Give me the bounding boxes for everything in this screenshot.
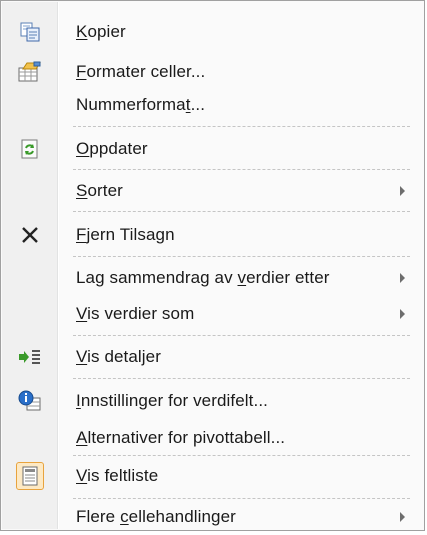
menu-item-pivottable-options[interactable]: Alternativer for pivottabell... <box>2 420 423 456</box>
menu-item-label: Vis feltliste <box>76 466 159 485</box>
submenu-arrow-icon <box>400 186 405 196</box>
menu-separator <box>73 378 410 379</box>
field-list-icon <box>16 462 44 490</box>
menu-item-number-format[interactable]: Nummerformat... <box>2 87 423 123</box>
menu-item-remove[interactable]: Fjern Tilsagn <box>2 217 423 253</box>
menu-item-show-field-list[interactable]: Vis feltliste <box>2 458 423 494</box>
context-menu: Kopier Formater celler... Nummerformat..… <box>0 0 425 531</box>
menu-item-format-cells[interactable]: Formater celler... <box>2 54 423 90</box>
copy-icon <box>18 20 42 44</box>
menu-item-copy[interactable]: Kopier <box>2 14 423 50</box>
menu-item-show-details[interactable]: Vis detaljer <box>2 339 423 375</box>
menu-item-label: Fjern Tilsagn <box>76 225 175 244</box>
menu-item-summarize-values-by[interactable]: Lag sammendrag av verdier etter <box>2 260 423 296</box>
menu-separator <box>73 169 410 170</box>
menu-item-show-values-as[interactable]: Vis verdier som <box>2 296 423 332</box>
menu-item-sort[interactable]: Sorter <box>2 173 423 209</box>
refresh-icon <box>18 137 42 161</box>
menu-item-label: Vis detaljer <box>76 347 161 366</box>
menu-item-label: Formater celler... <box>76 62 206 81</box>
show-details-icon <box>18 345 42 369</box>
field-settings-icon <box>18 389 42 413</box>
menu-item-label: Nummerformat... <box>76 95 206 114</box>
menu-item-label: Kopier <box>76 22 126 41</box>
menu-item-value-field-settings[interactable]: Innstillinger for verdifelt... <box>2 383 423 419</box>
menu-separator <box>73 256 410 257</box>
menu-item-label: Sorter <box>76 181 123 200</box>
menu-item-label: Flere cellehandlinger <box>76 507 236 526</box>
menu-separator <box>73 455 410 456</box>
menu-item-label: Alternativer for pivottabell... <box>76 428 286 447</box>
menu-separator <box>73 335 410 336</box>
menu-item-more-cell-actions[interactable]: Flere cellehandlinger <box>2 499 423 535</box>
submenu-arrow-icon <box>400 309 405 319</box>
submenu-arrow-icon <box>400 512 405 522</box>
format-cells-icon <box>18 60 42 84</box>
submenu-arrow-icon <box>400 273 405 283</box>
menu-item-label: Innstillinger for verdifelt... <box>76 391 268 410</box>
remove-x-icon <box>18 223 42 247</box>
menu-item-label: Vis verdier som <box>76 304 195 323</box>
menu-separator <box>73 211 410 212</box>
menu-item-label: Oppdater <box>76 139 148 158</box>
menu-item-refresh[interactable]: Oppdater <box>2 131 423 167</box>
menu-separator <box>73 126 410 127</box>
menu-item-label: Lag sammendrag av verdier etter <box>76 268 330 287</box>
